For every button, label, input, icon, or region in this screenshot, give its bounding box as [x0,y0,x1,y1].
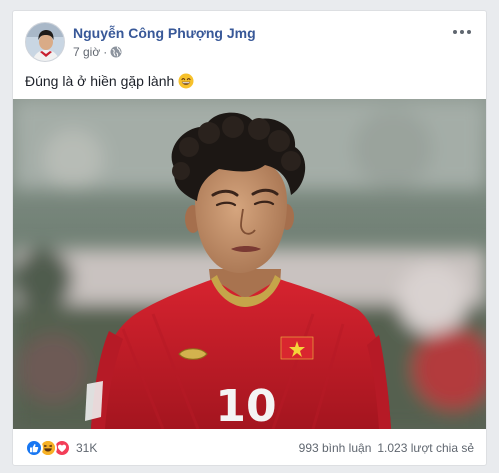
post-card: Nguyễn Công Phượng Jmg 7 giờ · Đúng là ở… [12,10,487,466]
post-photo[interactable]: 10 [13,99,486,429]
reaction-count[interactable]: 31K [76,441,97,455]
player-photo: 10 [13,99,486,429]
comments-count-link[interactable]: 993 bình luận [299,441,372,455]
like-icon [25,439,43,457]
post-text-content: Đúng là ở hiền gặp lành [25,73,175,89]
post-footer: 31K 993 bình luận 1.023 lượt chia sẻ [13,430,486,465]
post-text: Đúng là ở hiền gặp lành [25,73,194,89]
post-header: Nguyễn Công Phượng Jmg 7 giờ · [25,22,474,62]
post-time[interactable]: 7 giờ [73,45,100,59]
shares-count-link[interactable]: 1.023 lượt chia sẻ [377,441,474,455]
more-options-icon[interactable] [452,26,472,42]
globe-icon[interactable] [110,46,122,58]
avatar-image [26,23,64,61]
grinning-face-emoji [178,73,194,89]
post-stats: 993 bình luận 1.023 lượt chia sẻ [299,441,474,455]
reactions-summary[interactable]: 31K [25,439,97,457]
jersey-number: 10 [215,381,276,429]
post-meta: 7 giờ · [73,45,122,59]
author-avatar[interactable] [25,22,65,62]
meta-separator: · [103,45,108,59]
author-name[interactable]: Nguyễn Công Phượng Jmg [73,25,256,41]
